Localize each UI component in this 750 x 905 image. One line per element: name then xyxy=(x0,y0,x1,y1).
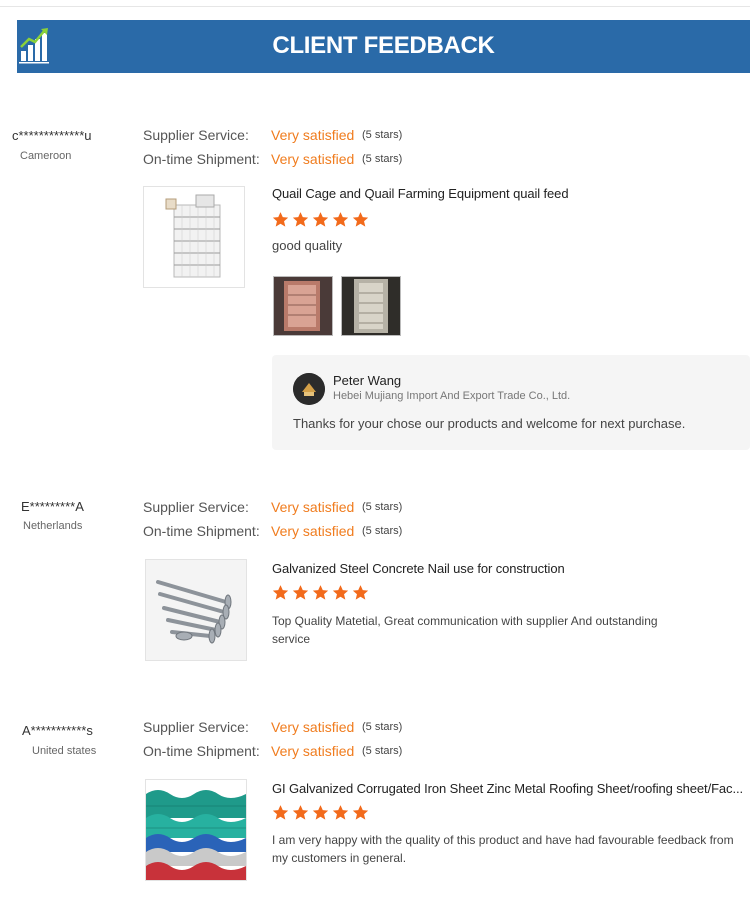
supplier-service-stars: (5 stars) xyxy=(362,129,403,141)
review-photo-2[interactable] xyxy=(341,276,401,336)
star-icon xyxy=(292,212,309,227)
shipment-stars: (5 stars) xyxy=(362,745,403,757)
review-comment: I am very happy with the quality of this… xyxy=(272,833,734,865)
shipment-label: On-time Shipment: xyxy=(143,151,260,167)
shipment-stars: (5 stars) xyxy=(362,525,403,537)
star-icon xyxy=(292,585,309,600)
star-icon xyxy=(272,805,289,820)
star-icon xyxy=(272,585,289,600)
star-icon xyxy=(312,805,329,820)
top-divider xyxy=(0,6,750,7)
shipment-stars: (5 stars) xyxy=(362,153,403,165)
star-icon xyxy=(272,212,289,227)
buyer-country: Netherlands xyxy=(23,520,83,532)
star-icon xyxy=(332,212,349,227)
supplier-service-stars: (5 stars) xyxy=(362,721,403,733)
star-icon xyxy=(352,212,369,227)
supplier-service-value: Very satisfied xyxy=(271,719,355,735)
supplier-service-value: Very satisfied xyxy=(271,499,355,515)
shipment-value: Very satisfied xyxy=(271,743,355,759)
shipment-label: On-time Shipment: xyxy=(143,523,260,539)
reply-author: Peter Wang xyxy=(333,373,402,388)
roofing-sheet-image[interactable] xyxy=(145,779,247,881)
star-icon xyxy=(312,585,329,600)
avatar xyxy=(293,373,325,405)
star-rating xyxy=(272,211,369,231)
supplier-service-stars: (5 stars) xyxy=(362,501,403,513)
supplier-service-label: Supplier Service: xyxy=(143,719,249,735)
shipment-value: Very satisfied xyxy=(271,151,355,167)
product-title-link[interactable]: Galvanized Steel Concrete Nail use for c… xyxy=(272,561,565,576)
buyer-country: United states xyxy=(32,745,97,757)
review-comment: Top Quality Matetial, Great communicatio… xyxy=(272,614,658,646)
buyer-name: A***********s xyxy=(22,723,93,738)
shipment-value: Very satisfied xyxy=(271,523,355,539)
review-comment: good quality xyxy=(272,238,343,253)
star-icon xyxy=(352,585,369,600)
review-photo-1[interactable] xyxy=(273,276,333,336)
supplier-service-label: Supplier Service: xyxy=(143,127,249,143)
product-title-link[interactable]: GI Galvanized Corrugated Iron Sheet Zinc… xyxy=(272,781,743,796)
buyer-name: E*********A xyxy=(21,499,84,514)
page-title: CLIENT FEEDBACK xyxy=(272,32,495,59)
star-icon xyxy=(352,805,369,820)
feedback-banner: CLIENT FEEDBACK xyxy=(17,20,750,73)
star-rating xyxy=(272,584,369,604)
star-icon xyxy=(332,805,349,820)
star-icon xyxy=(332,585,349,600)
buyer-name: c*************u xyxy=(12,128,92,143)
star-icon xyxy=(292,805,309,820)
product-title-link[interactable]: Quail Cage and Quail Farming Equipment q… xyxy=(272,186,569,201)
buyer-country: Cameroon xyxy=(20,150,72,162)
supplier-reply: Peter Wang Hebei Mujiang Import And Expo… xyxy=(272,355,750,450)
concrete-nails-image[interactable] xyxy=(145,559,247,661)
reply-company: Hebei Mujiang Import And Export Trade Co… xyxy=(333,390,571,402)
supplier-service-value: Very satisfied xyxy=(271,127,355,143)
shipment-label: On-time Shipment: xyxy=(143,743,260,759)
quail-cage-image[interactable] xyxy=(143,186,245,288)
star-rating xyxy=(272,804,369,824)
star-icon xyxy=(312,212,329,227)
supplier-service-label: Supplier Service: xyxy=(143,499,249,515)
reply-text: Thanks for your chose our products and w… xyxy=(293,416,686,431)
